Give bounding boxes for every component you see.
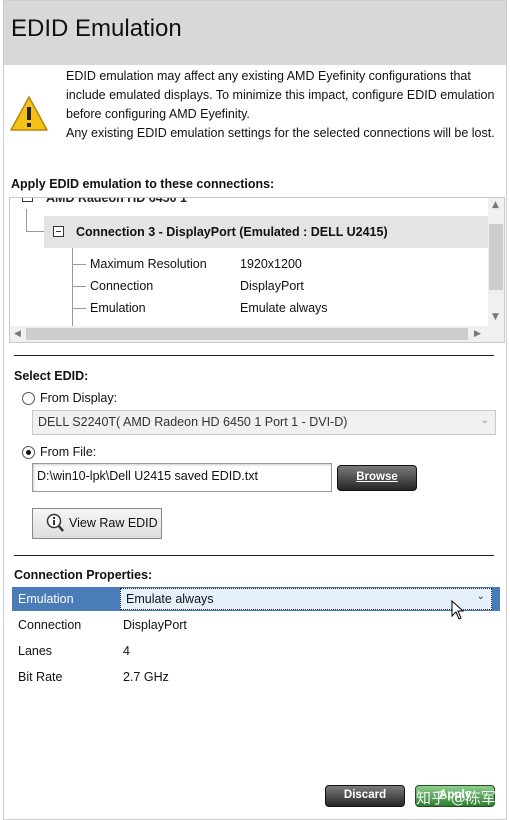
warning-text-main: EDID emulation may affect any existing A…	[66, 69, 495, 121]
emulation-select-value: Emulate always	[126, 592, 214, 606]
tree-connector	[26, 231, 44, 232]
from-display-label[interactable]: From Display:	[40, 391, 117, 405]
discard-button-label: Discard	[343, 789, 387, 801]
scroll-down-icon[interactable]: ▼	[492, 312, 499, 322]
horizontal-scroll-thumb[interactable]	[26, 328, 468, 340]
tree-connector	[26, 209, 27, 232]
property-key: Maximum Resolution	[90, 257, 207, 271]
collapse-icon[interactable]	[22, 198, 33, 202]
magnifier-info-icon	[46, 513, 64, 532]
property-row-emulation[interactable]: Emulation Emulate always ⌄	[12, 587, 500, 611]
property-value: Emulate always	[240, 301, 328, 315]
tree-vertical-scrollbar[interactable]: ▲ ▼	[488, 198, 504, 326]
view-raw-edid-button[interactable]: View Raw EDID	[32, 508, 162, 539]
property-value: DisplayPort	[123, 618, 187, 632]
emulation-select[interactable]: Emulate always ⌄	[120, 588, 492, 610]
scroll-up-icon[interactable]: ▲	[492, 200, 499, 210]
edid-emulation-window: EDID Emulation EDID emulation may affect…	[3, 0, 507, 820]
scroll-right-icon[interactable]: ▶	[474, 329, 481, 339]
warning-text-settings-lost: Any existing EDID emulation settings for…	[66, 126, 495, 140]
display-select-value: DELL S2240T( AMD Radeon HD 6450 1 Port 1…	[38, 415, 348, 429]
connections-tree[interactable]: AMD Radeon HD 6450 1 Connection 3 - Disp…	[9, 197, 505, 343]
tree-connector	[72, 264, 86, 265]
property-row-bit-rate: Bit Rate 2.7 GHz	[12, 665, 500, 689]
property-key: Connection	[90, 279, 154, 293]
connection-label: Connection 3 - DisplayPort (Emulated : D…	[76, 225, 388, 239]
browse-button-label: Browse	[356, 471, 398, 483]
browse-button[interactable]: Browse	[337, 465, 417, 491]
from-display-radio[interactable]	[22, 392, 35, 405]
select-edid-label: Select EDID:	[14, 369, 89, 383]
tree-node-connection-3[interactable]: Connection 3 - DisplayPort (Emulated : D…	[44, 216, 488, 248]
property-row-connection: Connection DisplayPort	[12, 613, 500, 637]
property-key: Bit Rate	[18, 670, 63, 684]
chevron-down-icon: ⌄	[480, 415, 489, 426]
tree-connector	[72, 286, 86, 287]
collapse-icon[interactable]	[53, 226, 64, 237]
divider	[14, 555, 494, 556]
property-value: 4	[123, 644, 130, 658]
chevron-down-icon: ⌄	[476, 591, 485, 602]
view-raw-edid-label: View Raw EDID	[69, 516, 158, 530]
vertical-scroll-thumb[interactable]	[489, 224, 503, 290]
warning-message: EDID emulation may affect any existing A…	[66, 67, 506, 143]
mouse-cursor-icon	[451, 600, 465, 620]
property-value: 1920x1200	[240, 257, 302, 271]
tree-horizontal-scrollbar[interactable]: ◀ ▶	[10, 326, 504, 342]
file-path-input[interactable]: D:\win10-lpk\Dell U2415 saved EDID.txt	[32, 463, 332, 492]
property-key: Connection	[18, 618, 82, 632]
display-select[interactable]: DELL S2240T( AMD Radeon HD 6450 1 Port 1…	[32, 410, 496, 435]
from-file-label[interactable]: From File:	[40, 445, 96, 459]
warning-triangle-icon	[10, 96, 48, 131]
divider	[14, 355, 494, 356]
tree-connector	[72, 308, 86, 309]
window-title: EDID Emulation	[11, 15, 182, 42]
watermark-text: 知乎 @陈军	[416, 789, 496, 807]
property-row-lanes: Lanes 4	[12, 639, 500, 663]
adapter-label: AMD Radeon HD 6450 1	[46, 197, 188, 205]
property-value: 2.7 GHz	[123, 670, 169, 684]
property-key: Lanes	[18, 644, 53, 658]
tree-node-adapter[interactable]: AMD Radeon HD 6450 1	[10, 197, 488, 211]
tree-connector	[72, 248, 73, 326]
title-bar: EDID Emulation	[4, 1, 506, 65]
from-file-radio[interactable]	[22, 446, 35, 459]
property-key: Emulation	[90, 301, 146, 315]
scroll-left-icon[interactable]: ◀	[14, 329, 21, 339]
file-path-value: D:\win10-lpk\Dell U2415 saved EDID.txt	[37, 469, 258, 483]
property-value: DisplayPort	[240, 279, 304, 293]
property-key: Emulation	[18, 592, 74, 606]
connection-properties-label: Connection Properties:	[14, 568, 153, 582]
connections-label: Apply EDID emulation to these connection…	[11, 177, 275, 191]
discard-button[interactable]: Discard	[325, 785, 405, 807]
